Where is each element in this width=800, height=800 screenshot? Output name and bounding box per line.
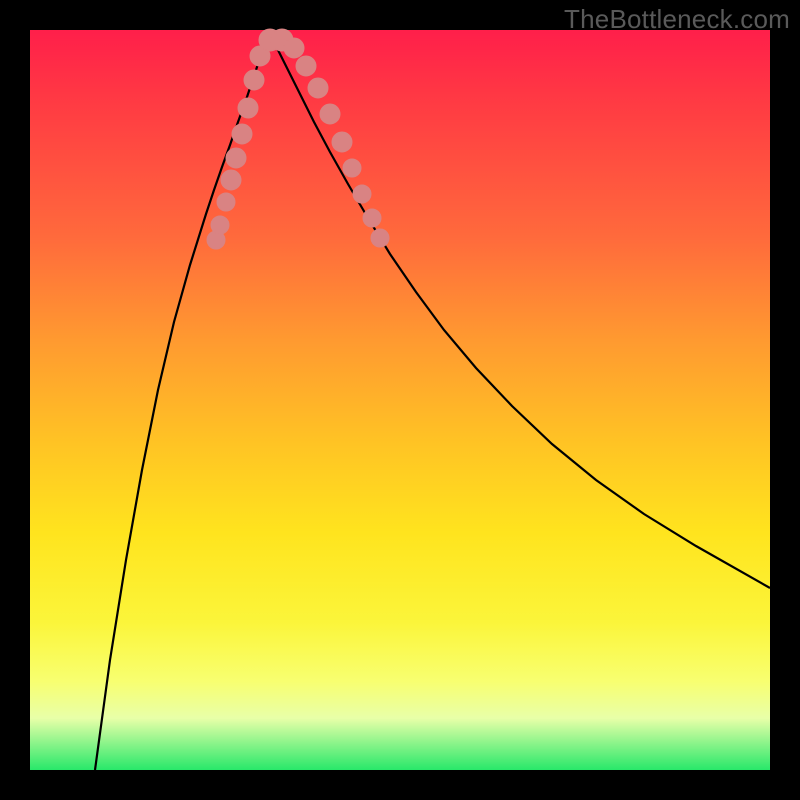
scatter-dot	[217, 193, 235, 211]
scatter-dot	[226, 148, 246, 168]
curve-right-branch	[270, 34, 770, 588]
scatter-dots	[207, 29, 389, 249]
scatter-dot	[343, 159, 361, 177]
scatter-dot	[232, 124, 252, 144]
scatter-dot	[211, 216, 229, 234]
scatter-dot	[221, 170, 241, 190]
scatter-dot	[238, 98, 258, 118]
scatter-dot	[371, 229, 389, 247]
scatter-dot	[284, 38, 304, 58]
scatter-dot	[353, 185, 371, 203]
scatter-dot	[332, 132, 352, 152]
scatter-dot	[320, 104, 340, 124]
scatter-dot	[308, 78, 328, 98]
chart-svg	[30, 30, 770, 770]
scatter-dot	[244, 70, 264, 90]
plot-area	[30, 30, 770, 770]
scatter-dot	[363, 209, 381, 227]
scatter-dot	[296, 56, 316, 76]
curve-left-branch	[95, 34, 270, 770]
watermark-text: TheBottleneck.com	[564, 4, 790, 35]
